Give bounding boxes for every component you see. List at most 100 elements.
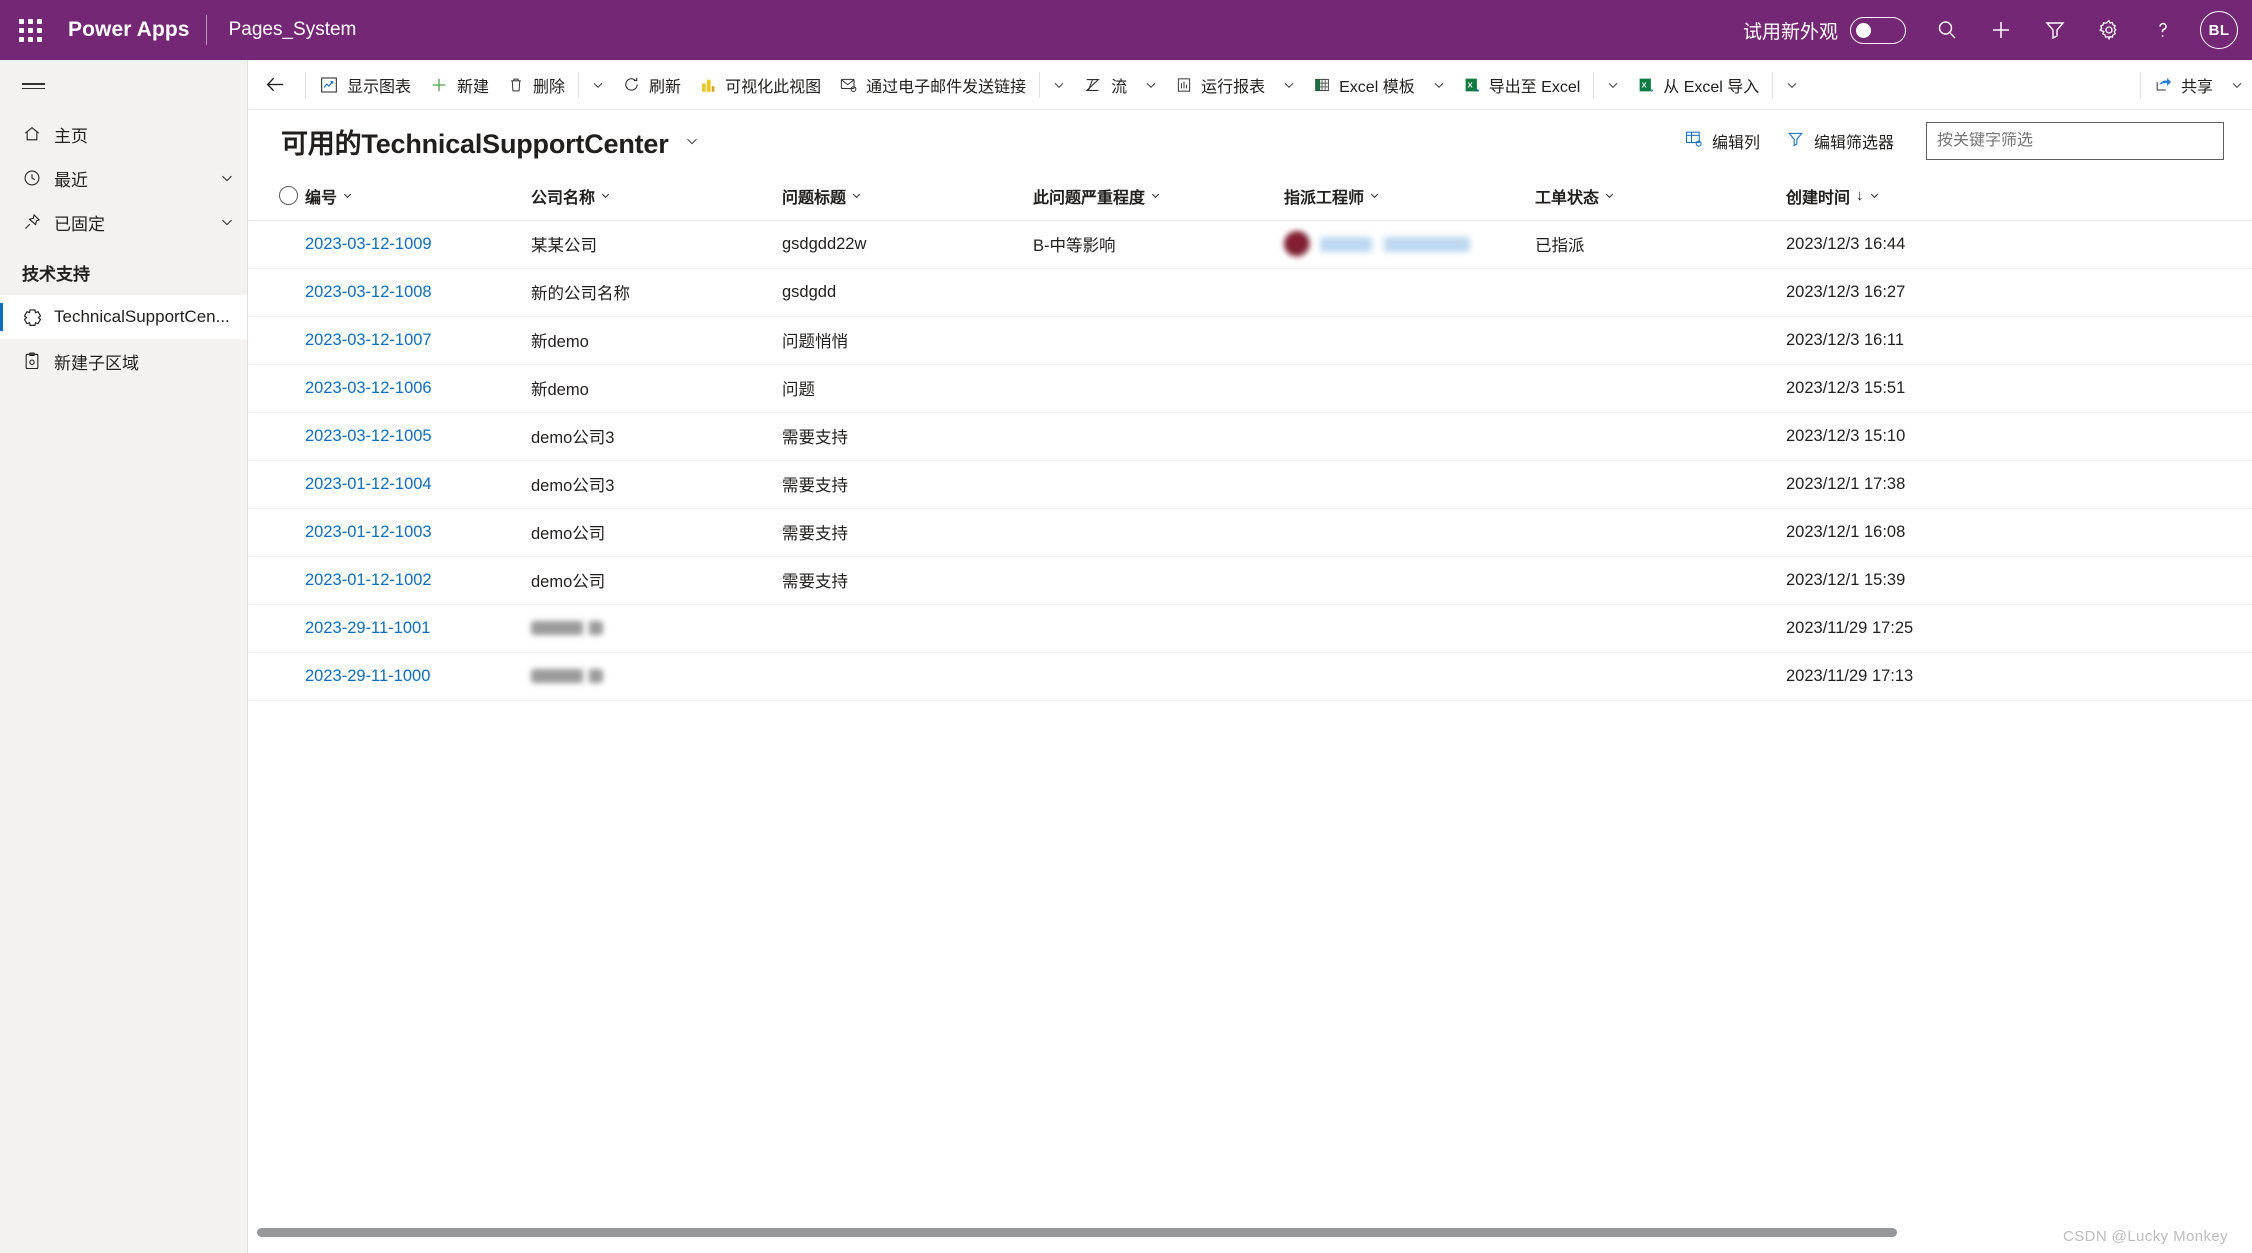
chevron-down-icon[interactable] bbox=[1868, 189, 1881, 202]
excel-template-chevron-down-icon[interactable] bbox=[1424, 64, 1454, 106]
select-all-header[interactable] bbox=[249, 172, 305, 221]
new-button[interactable]: 新建 bbox=[420, 64, 498, 106]
new-look-toggle[interactable] bbox=[1850, 16, 1906, 44]
table-row[interactable]: 2023-29-11-1001 2023/11/29 17:25 bbox=[249, 604, 2252, 653]
share-button[interactable]: 共享 bbox=[2145, 64, 2222, 106]
row-select-cell[interactable] bbox=[249, 316, 305, 365]
excel-template-icon bbox=[1313, 76, 1331, 94]
cell-id-text[interactable]: 2023-03-12-1005 bbox=[305, 427, 432, 445]
row-select-cell[interactable] bbox=[249, 604, 305, 653]
excel-template-button[interactable]: Excel 模板 bbox=[1304, 64, 1424, 106]
column-header-status[interactable]: 工单状态 bbox=[1535, 172, 1786, 221]
cell-id-text[interactable]: 2023-03-12-1009 bbox=[305, 235, 432, 253]
table-row[interactable]: 2023-01-12-1003 demo公司 需要支持 2023/12/1 16:08 bbox=[249, 508, 2252, 557]
row-select-cell[interactable] bbox=[249, 268, 305, 317]
chevron-down-icon[interactable] bbox=[341, 189, 354, 202]
show-chart-button[interactable]: 显示图表 bbox=[310, 64, 420, 106]
table-row[interactable]: 2023-01-12-1002 demo公司 需要支持 2023/12/1 15:39 bbox=[249, 556, 2252, 605]
column-header-id[interactable]: 编号 bbox=[305, 172, 531, 221]
column-header-severity[interactable]: 此问题严重程度 bbox=[1033, 172, 1284, 221]
horizontal-scrollbar[interactable] bbox=[249, 1225, 2252, 1239]
cell-id-text[interactable]: 2023-01-12-1004 bbox=[305, 475, 432, 493]
add-icon[interactable] bbox=[1974, 0, 2028, 60]
flow-button[interactable]: 流 bbox=[1074, 64, 1136, 106]
chevron-down-icon[interactable] bbox=[1603, 189, 1616, 202]
row-select-cell[interactable] bbox=[249, 412, 305, 461]
row-select-cell[interactable] bbox=[249, 652, 305, 701]
filter-icon[interactable] bbox=[2028, 0, 2082, 60]
sidebar-item-recent[interactable]: 最近 bbox=[0, 156, 247, 200]
cell-id-text[interactable]: 2023-03-12-1008 bbox=[305, 283, 432, 301]
visualize-view-button[interactable]: 可视化此视图 bbox=[690, 64, 830, 106]
redacted-engineer-name[interactable] bbox=[1320, 236, 1470, 252]
cell-id-text[interactable]: 2023-03-12-1007 bbox=[305, 331, 432, 349]
chevron-down-icon[interactable] bbox=[1149, 189, 1162, 202]
table-row[interactable]: 2023-03-12-1005 demo公司3 需要支持 2023/12/3 15:1… bbox=[249, 412, 2252, 461]
row-select-cell[interactable] bbox=[249, 556, 305, 605]
chevron-down-icon[interactable] bbox=[207, 169, 247, 187]
scrollbar-thumb[interactable] bbox=[257, 1228, 1897, 1237]
row-select-cell[interactable] bbox=[249, 364, 305, 413]
chevron-down-icon[interactable] bbox=[207, 213, 247, 231]
table-row[interactable]: 2023-01-12-1004 demo公司3 需要支持 2023/12/1 17:3… bbox=[249, 460, 2252, 509]
sidebar-item-home[interactable]: 主页 bbox=[0, 112, 247, 156]
app-name[interactable]: Pages_System bbox=[207, 19, 357, 41]
email-link-chevron-down-icon[interactable] bbox=[1044, 64, 1074, 106]
row-select-cell[interactable] bbox=[249, 508, 305, 557]
app-launcher-icon[interactable] bbox=[0, 0, 60, 60]
table-row[interactable]: 2023-03-12-1007 新demo 问题悄悄 2023/12/3 16:11 bbox=[249, 316, 2252, 365]
chevron-down-icon[interactable] bbox=[599, 189, 612, 202]
email-link-button[interactable]: 通过电子邮件发送链接 bbox=[830, 64, 1035, 106]
column-header-company[interactable]: 公司名称 bbox=[531, 172, 782, 221]
sidebar-item-technicalsupportcenter[interactable]: TechnicalSupportCen... bbox=[0, 295, 247, 339]
avatar[interactable]: BL bbox=[2200, 11, 2238, 49]
settings-icon[interactable] bbox=[2082, 0, 2136, 60]
cell-issue: 问题悄悄 bbox=[782, 316, 1033, 365]
search-icon[interactable] bbox=[1920, 0, 1974, 60]
column-header-issue[interactable]: 问题标题 bbox=[782, 172, 1033, 221]
column-header-created[interactable]: 创建时间 ↓ bbox=[1786, 172, 2252, 221]
table-row[interactable]: 2023-03-12-1006 新demo 问题 2023/12/3 15:51 bbox=[249, 364, 2252, 413]
toggle-knob bbox=[1856, 22, 1871, 38]
select-all-circle-icon[interactable] bbox=[279, 186, 298, 206]
run-report-chevron-down-icon[interactable] bbox=[1274, 64, 1304, 106]
table-row[interactable]: 2023-29-11-1000 2023/11/29 17:13 bbox=[249, 652, 2252, 701]
page-title[interactable]: 可用的TechnicalSupportCenter bbox=[281, 122, 669, 161]
search-input[interactable] bbox=[1937, 132, 2213, 150]
back-button[interactable] bbox=[249, 60, 301, 109]
new-look-toggle-group[interactable]: 试用新外观 bbox=[1743, 16, 1920, 44]
import-from-excel-button[interactable]: X 从 Excel 导入 bbox=[1628, 64, 1768, 106]
delete-chevron-down-icon[interactable] bbox=[583, 64, 613, 106]
column-header-engineer[interactable]: 指派工程师 bbox=[1284, 172, 1535, 221]
brand-title[interactable]: Power Apps bbox=[60, 18, 206, 42]
search-box[interactable] bbox=[1926, 122, 2224, 160]
help-icon[interactable] bbox=[2136, 0, 2190, 60]
refresh-button[interactable]: 刷新 bbox=[613, 64, 690, 106]
edit-filters-button[interactable]: 编辑筛选器 bbox=[1776, 121, 1904, 161]
cell-status bbox=[1535, 556, 1786, 605]
chevron-down-icon[interactable] bbox=[1368, 189, 1381, 202]
export-to-excel-chevron-down-icon[interactable] bbox=[1598, 64, 1628, 106]
row-select-cell[interactable] bbox=[249, 220, 305, 269]
flow-chevron-down-icon[interactable] bbox=[1136, 64, 1166, 106]
data-grid-wrapper: 编号 公司名称 问题标题 此问题严重程度 指派工程师 工单状态 创建时间 ↓ 2… bbox=[249, 172, 2252, 1253]
cell-id-text[interactable]: 2023-29-11-1001 bbox=[305, 619, 430, 637]
export-to-excel-button[interactable]: X 导出至 Excel bbox=[1454, 64, 1590, 106]
view-selector-chevron-down-icon[interactable] bbox=[683, 132, 701, 150]
cell-id-text[interactable]: 2023-29-11-1000 bbox=[305, 667, 430, 685]
chevron-down-icon[interactable] bbox=[850, 189, 863, 202]
table-row[interactable]: 2023-03-12-1009 某某公司 gsdgdd22w B-中等影响 已指派 202… bbox=[249, 220, 2252, 269]
sidebar-item-pinned[interactable]: 已固定 bbox=[0, 200, 247, 244]
cell-id-text[interactable]: 2023-03-12-1006 bbox=[305, 379, 432, 397]
import-from-excel-chevron-down-icon[interactable] bbox=[1777, 64, 1807, 106]
edit-columns-button[interactable]: 编辑列 bbox=[1674, 121, 1770, 161]
share-chevron-down-icon[interactable] bbox=[2222, 64, 2252, 106]
cell-id-text[interactable]: 2023-01-12-1003 bbox=[305, 523, 432, 541]
hamburger-menu-icon[interactable] bbox=[0, 60, 247, 112]
sidebar-item-new-subarea[interactable]: 新建子区域 bbox=[0, 339, 247, 383]
table-row[interactable]: 2023-03-12-1008 新的公司名称 gsdgdd 2023/12/3 16:… bbox=[249, 268, 2252, 317]
cell-id-text[interactable]: 2023-01-12-1002 bbox=[305, 571, 432, 589]
row-select-cell[interactable] bbox=[249, 460, 305, 509]
run-report-button[interactable]: 运行报表 bbox=[1166, 64, 1274, 106]
delete-button[interactable]: 删除 bbox=[498, 64, 574, 106]
